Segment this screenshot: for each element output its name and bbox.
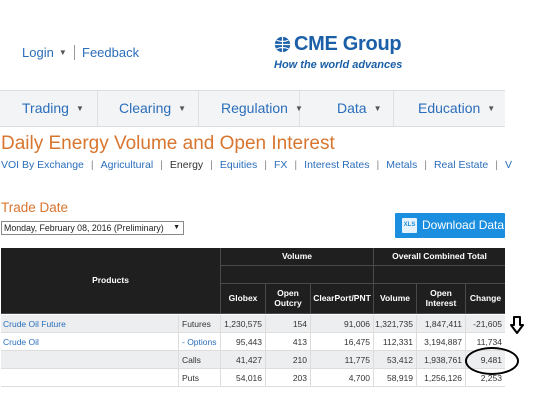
product-link[interactable]: Crude Oil Future (1, 315, 179, 333)
download-data-button[interactable]: XLS Download Data (395, 213, 505, 238)
cme-logo[interactable]: CME Group How the world advances (272, 33, 417, 78)
xls-file-icon[interactable]: XLS (402, 218, 417, 233)
product-type: Puts (179, 369, 221, 387)
top-bar: Login ▼ Feedback CME Group How the world … (0, 0, 550, 90)
table-row: Crude Oil Future Futures 1,230,575 154 9… (1, 315, 505, 333)
volume-oi-table: Products Volume Overall Combined Total G… (1, 248, 505, 388)
products-header: Products (1, 248, 221, 314)
outcry-value: 203 (266, 369, 311, 387)
volume-subheader-spacer (221, 266, 374, 284)
product-name (1, 351, 179, 369)
asset-class-subnav: VOI By Exchange | Agricultural | Energy | Equi… (1, 159, 512, 171)
nav-data-label[interactable]: Data (337, 100, 367, 116)
subnav-interest-rates[interactable]: Interest Rates (304, 159, 369, 171)
overall-subheader-spacer (374, 266, 505, 284)
chevron-down-icon[interactable]: ▼ (374, 104, 382, 113)
open-interest-line2: Interest (425, 297, 457, 308)
trade-date-select[interactable]: Monday, February 08, 2016 (Preliminary) ▼ (1, 221, 184, 235)
brand-tagline: How the world advances (274, 59, 403, 71)
total-volume-value: 1,321,735 (374, 315, 417, 333)
change-value: -21,605 (473, 319, 502, 329)
trade-date-label: Trade Date (1, 200, 69, 215)
subnav-fx[interactable]: FX (274, 159, 287, 171)
open-outcry-header: Open Outcry (266, 284, 311, 314)
options-link[interactable]: - Options (179, 333, 221, 351)
total-volume-value: 53,412 (374, 351, 417, 369)
open-interest-value: 1,847,411 (417, 315, 466, 333)
download-data-label[interactable]: Download Data (422, 213, 504, 238)
open-interest-header: Open Interest (417, 284, 466, 314)
nav-clearing[interactable]: Clearing ▼ (98, 91, 199, 126)
clearport-value: 11,775 (311, 351, 374, 369)
nav-clearing-label[interactable]: Clearing (119, 100, 171, 116)
product-name (1, 369, 179, 387)
clearport-value: 91,006 (311, 315, 374, 333)
volume-group-header: Volume (221, 248, 374, 266)
subnav-real-estate[interactable]: Real Estate (434, 159, 488, 171)
open-interest-value: 1,938,761 (417, 351, 466, 369)
login-label[interactable]: Login (22, 45, 54, 60)
outcry-value: 413 (266, 333, 311, 351)
nav-trading[interactable]: Trading ▼ (0, 91, 98, 126)
table-row: Crude Oil - Options 95,443 413 16,475 11… (1, 333, 505, 351)
globex-value: 1,230,575 (221, 315, 266, 333)
login-menu[interactable]: Login ▼ (22, 45, 67, 60)
subnav-voi-by-exchange[interactable]: VOI By Exchange (1, 159, 84, 171)
nav-education-label[interactable]: Education (418, 100, 480, 116)
page-title: Daily Energy Volume and Open Interest (1, 133, 335, 154)
table-row: Calls 41,427 210 11,775 53,412 1,938,761… (1, 351, 505, 369)
clearport-value: 16,475 (311, 333, 374, 351)
globex-value: 54,016 (221, 369, 266, 387)
globex-value: 95,443 (221, 333, 266, 351)
total-volume-value: 58,919 (374, 369, 417, 387)
outcry-value: 154 (266, 315, 311, 333)
nav-data[interactable]: Data ▼ (300, 91, 394, 126)
overall-total-header: Overall Combined Total (374, 248, 505, 266)
product-link[interactable]: Crude Oil (1, 333, 179, 351)
outcry-value: 210 (266, 351, 311, 369)
change-header: Change (466, 284, 505, 314)
open-interest-value: 3,194,887 (417, 333, 466, 351)
nav-regulation-label[interactable]: Regulation (221, 100, 288, 116)
clearport-header: ClearPort/PNT (311, 284, 374, 314)
product-type: Calls (179, 351, 221, 369)
feedback-link[interactable]: Feedback (82, 45, 139, 60)
subnav-metals[interactable]: Metals (386, 159, 417, 171)
brand-name: CME Group (294, 33, 402, 55)
dropdown-arrow-icon[interactable]: ▼ (173, 222, 180, 234)
globe-logo-icon (274, 36, 291, 53)
down-arrow-icon (510, 316, 524, 334)
product-type: Futures (179, 315, 221, 333)
chevron-down-icon[interactable]: ▼ (178, 104, 186, 113)
open-outcry-line2: Outcry (274, 297, 302, 308)
nav-education[interactable]: Education ▼ (394, 91, 505, 126)
globex-value: 41,427 (221, 351, 266, 369)
chevron-down-icon[interactable]: ▼ (76, 104, 84, 113)
chevron-down-icon[interactable]: ▼ (487, 104, 495, 113)
nav-trading-label[interactable]: Trading (22, 100, 69, 116)
subnav-equities[interactable]: Equities (220, 159, 257, 171)
subnav-agricultural[interactable]: Agricultural (101, 159, 154, 171)
open-interest-value: 1,256,126 (417, 369, 466, 387)
trade-date-value[interactable]: Monday, February 08, 2016 (Preliminary) (4, 223, 164, 233)
main-nav: Trading ▼ Clearing ▼ Regulation ▼ Data ▼ Edu… (0, 90, 505, 127)
total-volume-value: 112,331 (374, 333, 417, 351)
globex-header: Globex (221, 284, 266, 314)
highlight-ellipse (465, 347, 519, 375)
total-volume-header: Volume (374, 284, 417, 314)
table-row: Puts 54,016 203 4,700 58,919 1,256,126 2… (1, 369, 505, 387)
header-separator (74, 45, 75, 60)
clearport-value: 4,700 (311, 369, 374, 387)
subnav-energy: Energy (169, 159, 204, 171)
subnav-v[interactable]: V (505, 159, 512, 171)
login-caret-icon[interactable]: ▼ (59, 48, 67, 57)
nav-regulation[interactable]: Regulation ▼ (199, 91, 303, 126)
